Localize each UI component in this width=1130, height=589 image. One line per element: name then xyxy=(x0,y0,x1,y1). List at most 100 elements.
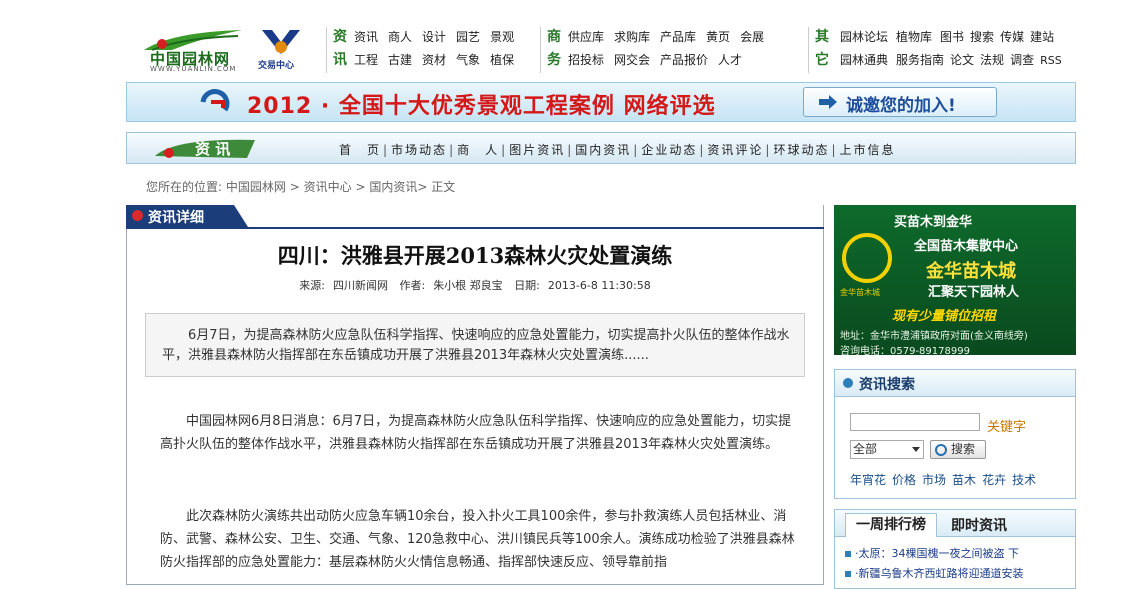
nav-link[interactable]: 论文 xyxy=(950,53,974,67)
nav-cat: 资 xyxy=(333,29,347,45)
article-tab: 资讯详细 xyxy=(126,205,248,227)
nav-cat: 务 xyxy=(547,52,561,68)
nav-link[interactable]: 资讯 xyxy=(354,30,378,44)
section-link[interactable]: 首 页 xyxy=(339,143,381,157)
nav-link[interactable]: RSS xyxy=(1040,54,1062,67)
search-tag[interactable]: 年宵花 xyxy=(850,473,886,487)
bullet-icon xyxy=(845,551,851,557)
nav-link[interactable]: 产品报价 xyxy=(660,53,708,67)
section-links: 首 页 | 市场动态 | 商 人 | 图片资讯 | 国内资讯 | 企业动态 | 资讯评论 | 环球动态 | 上市… xyxy=(339,143,896,157)
nav-divider xyxy=(808,27,809,73)
nav-link[interactable]: 建站 xyxy=(1030,30,1054,44)
nav-link[interactable]: 产品库 xyxy=(660,30,696,44)
promo-banner[interactable]: 2012 · 全国十大优秀景观工程案例 网络评选 诚邀您的加入! xyxy=(126,82,1076,122)
tab-weekly-ranking[interactable]: 一周排行榜 xyxy=(845,513,937,537)
meta-source-label: 来源: xyxy=(299,279,325,292)
chevron-down-icon xyxy=(912,447,920,452)
nav-link[interactable]: 网交会 xyxy=(614,53,650,67)
category-select-value: 全部 xyxy=(853,442,878,456)
search-tag[interactable]: 技术 xyxy=(1012,473,1036,487)
meta-source: 四川新闻网 xyxy=(332,279,388,292)
tab-instant-news[interactable]: 即时资讯 xyxy=(951,515,1007,535)
nav-link[interactable]: 搜索 xyxy=(970,30,994,44)
breadcrumb-sep: > xyxy=(289,180,300,194)
nav-link[interactable]: 服务指南 xyxy=(896,53,944,67)
breadcrumb-prefix: 您所在的位置: xyxy=(146,180,223,194)
nav-link[interactable]: 供应库 xyxy=(568,30,604,44)
search-header: 资讯搜索 xyxy=(835,370,1075,397)
logo-url: WWW.YUANLIN.COM xyxy=(150,65,237,73)
breadcrumb-item[interactable]: 国内资讯 xyxy=(369,180,417,194)
nav-link[interactable]: 园艺 xyxy=(456,30,480,44)
site-logo[interactable]: 中国园林网 WWW.YUANLIN.COM xyxy=(140,22,252,73)
nav-link[interactable]: 调查 xyxy=(1010,53,1034,67)
nav-link[interactable]: 园林论坛 xyxy=(840,30,888,44)
ad-address: 地址：金华市澧浦镇政府对面(金义南线旁) xyxy=(840,331,1028,342)
section-link[interactable]: 上市信息 xyxy=(840,143,896,157)
nav-link[interactable]: 植物库 xyxy=(896,30,932,44)
search-button-label: 搜索 xyxy=(951,442,976,456)
nav-link[interactable]: 求购库 xyxy=(614,30,650,44)
join-label: 诚邀您的加入! xyxy=(846,96,956,116)
nav-link[interactable]: 设计 xyxy=(422,30,446,44)
nav-link[interactable]: 气象 xyxy=(456,53,480,67)
article-title: 四川：洪雅县开展2013森林火灾处置演练 xyxy=(277,243,673,268)
arrow-right-icon xyxy=(819,95,837,109)
search-tag[interactable]: 花卉 xyxy=(982,473,1006,487)
search-tag[interactable]: 市场 xyxy=(922,473,946,487)
bullet-icon xyxy=(132,210,143,221)
meta-author: 朱小根 郑良宝 xyxy=(433,279,503,292)
nav-link[interactable]: 古建 xyxy=(388,53,412,67)
section-link[interactable]: 商 人 xyxy=(457,143,499,157)
trade-center-icon xyxy=(262,30,300,54)
ad-line: 全国苗木集散中心 xyxy=(914,239,1019,254)
ranking-item[interactable]: ·新疆乌鲁木齐西虹路将迎通道安装 xyxy=(845,565,1024,581)
nav-link[interactable]: 会展 xyxy=(740,30,764,44)
nav-link[interactable]: 图书 xyxy=(940,30,964,44)
search-tag[interactable]: 价格 xyxy=(892,473,916,487)
nav-link[interactable]: 法规 xyxy=(980,53,1004,67)
nav-link[interactable]: 工程 xyxy=(354,53,378,67)
nav-link[interactable]: 商人 xyxy=(388,30,412,44)
section-link[interactable]: 资讯评论 xyxy=(707,143,763,157)
breadcrumb-item[interactable]: 资讯中心 xyxy=(304,180,352,194)
trade-center-logo[interactable]: 交易中心 xyxy=(256,28,306,72)
nav-link[interactable]: 人才 xyxy=(718,53,742,67)
ad-phone: 咨询电话：0579-89178999 xyxy=(840,346,970,355)
breadcrumb-item: 正文 xyxy=(431,180,456,194)
search-button[interactable]: 搜索 xyxy=(930,440,986,459)
nav-link[interactable]: 招投标 xyxy=(568,53,604,67)
ad-logo-icon xyxy=(842,233,892,283)
search-tag[interactable]: 苗木 xyxy=(952,473,976,487)
breadcrumb-item[interactable]: 中国园林网 xyxy=(226,180,286,194)
ranking-tabs: 一周排行榜 即时资讯 xyxy=(835,510,1075,537)
section-tag: 资 讯 xyxy=(155,136,255,160)
section-link[interactable]: 图片资讯 xyxy=(509,143,565,157)
nav-cat: 其 xyxy=(815,29,829,45)
nav-link[interactable]: 传媒 xyxy=(1000,30,1024,44)
ranking-item-text: ·新疆乌鲁木齐西虹路将迎通道安装 xyxy=(855,567,1024,580)
article-paragraph: 中国园林网6月8日消息：6月7日，为提高森林防火应急队伍科学指挥、快速响应的应急… xyxy=(160,414,792,452)
nav-cat: 讯 xyxy=(333,52,347,68)
section-link[interactable]: 环球动态 xyxy=(773,143,829,157)
ranking-panel: 一周排行榜 即时资讯 ·太原：34棵国槐一夜之间被盗 下 ·新疆乌鲁木齐西虹路将… xyxy=(834,509,1076,589)
nav-link[interactable]: 园林通典 xyxy=(840,53,888,67)
search-input[interactable] xyxy=(850,413,980,431)
bullet-icon xyxy=(845,571,851,577)
nav-link[interactable]: 资材 xyxy=(422,53,446,67)
section-link[interactable]: 国内资讯 xyxy=(575,143,631,157)
nav-link[interactable]: 黄页 xyxy=(706,30,730,44)
ad-line: 买苗木到金华 xyxy=(894,215,973,230)
ranking-item[interactable]: ·太原：34棵国槐一夜之间被盗 下 xyxy=(845,545,1019,561)
search-icon xyxy=(935,444,947,456)
nav-divider xyxy=(540,27,541,73)
category-select[interactable]: 全部 xyxy=(850,440,924,459)
nav-link[interactable]: 景观 xyxy=(490,30,514,44)
join-button[interactable]: 诚邀您的加入! xyxy=(803,87,997,117)
section-link[interactable]: 市场动态 xyxy=(391,143,447,157)
nav-cat: 商 xyxy=(547,29,561,45)
section-link[interactable]: 企业动态 xyxy=(641,143,697,157)
breadcrumb: 您所在的位置: 中国园林网 > 资讯中心 > 国内资讯> 正文 xyxy=(146,178,455,195)
nursery-ad[interactable]: 买苗木到金华 金华苗木城 全国苗木集散中心 金华苗木城 汇聚天下园林人 现有少量… xyxy=(834,205,1076,355)
nav-link[interactable]: 植保 xyxy=(490,53,514,67)
